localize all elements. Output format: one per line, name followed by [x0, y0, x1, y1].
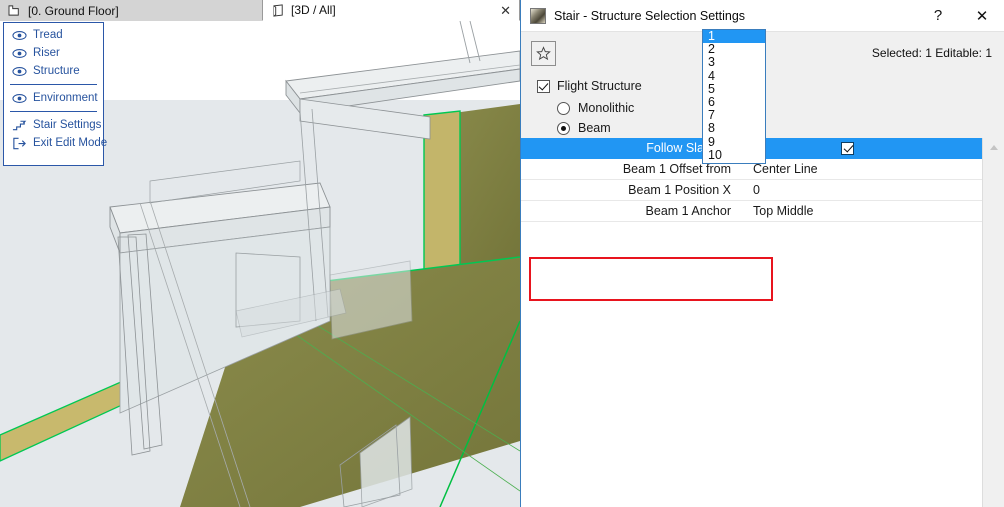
radio-monolithic-label: Monolithic: [578, 101, 635, 115]
palette-item-stair-settings-label: Stair Settings: [33, 119, 102, 131]
table-row[interactable]: Beam 1 Position X 0: [521, 180, 1004, 201]
selection-info: Selected: 1 Editable: 1: [871, 46, 992, 60]
eye-icon: [12, 48, 27, 58]
cube-icon: [273, 3, 283, 17]
dropdown-option[interactable]: 3: [703, 56, 765, 69]
palette-item-structure[interactable]: Structure: [4, 62, 103, 80]
table-scrollbar[interactable]: [982, 138, 1004, 507]
floorplan-icon: [8, 5, 19, 16]
help-button[interactable]: ?: [916, 0, 960, 31]
scroll-up-glyph: [990, 144, 998, 150]
table-row-name: Beam 1 Position X: [628, 183, 731, 197]
scroll-up-icon[interactable]: [983, 138, 1004, 156]
palette-item-riser-label: Riser: [33, 47, 60, 59]
no-of-beams-dropdown-list[interactable]: 1 2 3 4 5 6 7 8 9 10: [702, 29, 766, 164]
palette-item-riser[interactable]: Riser: [4, 44, 103, 62]
table-row-value[interactable]: Center Line: [739, 162, 1004, 176]
table-row-value: [739, 141, 1004, 155]
tab-3d-all[interactable]: [3D / All] ✕: [262, 0, 520, 21]
dialog-title: Stair - Structure Selection Settings: [554, 8, 746, 23]
dropdown-option[interactable]: 10: [703, 148, 765, 162]
dropdown-option[interactable]: 4: [703, 69, 765, 83]
palette-item-stair-settings[interactable]: Stair Settings: [4, 116, 103, 134]
eye-icon: [12, 93, 27, 103]
follow-slanting-checkbox[interactable]: [841, 141, 854, 155]
flight-structure-label: Flight Structure: [557, 79, 642, 93]
star-icon: [536, 45, 551, 60]
3d-viewport[interactable]: [0. Ground Floor] [3D / All] ✕ Tread Ris: [0, 0, 520, 507]
favorites-button[interactable]: [531, 40, 556, 66]
table-row-value[interactable]: Top Middle: [739, 204, 1004, 218]
dialog-titlebar: Stair - Structure Selection Settings ? ✕: [521, 0, 1004, 32]
tab-ground-floor-label: [0. Ground Floor]: [28, 3, 119, 18]
eye-icon: [12, 66, 27, 76]
eye-icon: [12, 30, 27, 40]
dropdown-option[interactable]: 9: [703, 135, 765, 149]
table-row-name: Beam 1 Offset from: [622, 162, 731, 176]
tab-3d-all-label: [3D / All]: [291, 3, 336, 17]
dropdown-option[interactable]: 8: [703, 122, 765, 135]
table-row[interactable]: Beam 1 Anchor Top Middle: [521, 201, 1004, 222]
dropdown-option[interactable]: 5: [703, 82, 765, 96]
table-row-value[interactable]: 0: [739, 183, 1004, 197]
palette-item-exit-edit-mode[interactable]: Exit Edit Mode: [4, 134, 107, 152]
palette-item-tread[interactable]: Tread: [4, 26, 103, 44]
table-row-name: Beam 1 Anchor: [645, 204, 731, 218]
palette-divider-1: [10, 84, 97, 85]
radio-beam-label: Beam: [578, 121, 611, 135]
tab-ground-floor[interactable]: [0. Ground Floor]: [0, 0, 262, 21]
viewport-tabbar[interactable]: [0. Ground Floor] [3D / All] ✕: [0, 0, 520, 21]
palette-item-exit-edit-mode-label: Exit Edit Mode: [33, 137, 108, 149]
palette-item-tread-label: Tread: [33, 29, 63, 41]
palette-item-structure-label: Structure: [33, 65, 80, 77]
stair-edit-palette[interactable]: Tread Riser Structure Environment Stair …: [3, 22, 107, 166]
beam-properties-table[interactable]: Follow Slanting Beam 1 Offset from Cente…: [521, 138, 1004, 507]
palette-item-environment-label: Environment: [33, 92, 98, 104]
palette-item-environment[interactable]: Environment: [4, 89, 103, 107]
stair-structure-selection-settings-dialog[interactable]: Stair - Structure Selection Settings ? ✕…: [520, 0, 1004, 507]
stair-icon: [12, 120, 27, 130]
stair-app-icon: [530, 7, 546, 24]
palette-divider-2: [10, 111, 97, 112]
tab-close-icon[interactable]: ✕: [500, 3, 511, 18]
exit-icon: [13, 137, 26, 149]
radio-beam-indicator[interactable]: [557, 121, 570, 135]
radio-monolithic-indicator[interactable]: [557, 101, 570, 115]
dialog-body: Flight Structure Monolithic Beam Cantile…: [521, 29, 1004, 507]
flight-structure-checkbox[interactable]: [537, 79, 550, 93]
close-button[interactable]: ✕: [960, 0, 1004, 31]
